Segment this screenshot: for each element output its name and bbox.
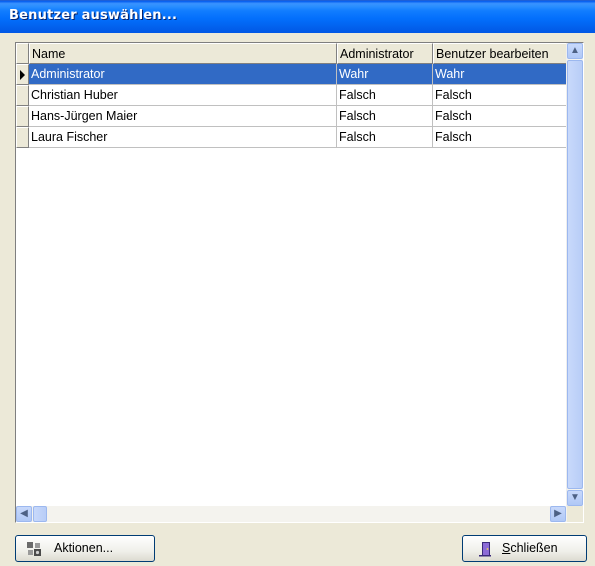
cell-administrator[interactable]: Falsch: [337, 127, 433, 148]
actions-button-label: Aktionen...: [54, 541, 114, 555]
cell-benutzer-bearbeiten[interactable]: Wahr: [433, 64, 570, 85]
cell-name[interactable]: Administrator: [29, 64, 337, 85]
vertical-scrollbar[interactable]: ▲ ▼: [566, 43, 583, 506]
horizontal-scrollbar[interactable]: ◀ ▶: [16, 506, 567, 522]
cell-name[interactable]: Christian Huber: [29, 85, 337, 106]
cell-administrator[interactable]: Wahr: [337, 64, 433, 85]
close-label-rest: chließen: [510, 541, 558, 555]
row-indicator[interactable]: [16, 127, 29, 148]
cell-administrator[interactable]: Falsch: [337, 85, 433, 106]
vertical-scroll-thumb[interactable]: [567, 60, 583, 489]
scroll-up-icon[interactable]: ▲: [567, 43, 583, 59]
column-header-name[interactable]: Name: [29, 43, 337, 64]
door-exit-icon: [479, 542, 491, 557]
cell-benutzer-bearbeiten[interactable]: Falsch: [433, 85, 570, 106]
window-title: Benutzer auswählen...: [9, 8, 178, 23]
cell-administrator[interactable]: Falsch: [337, 106, 433, 127]
row-indicator[interactable]: [16, 64, 29, 85]
cell-name[interactable]: Laura Fischer: [29, 127, 337, 148]
actions-button[interactable]: Aktionen...: [15, 535, 155, 562]
row-indicator[interactable]: [16, 85, 29, 106]
actions-icon: [27, 542, 41, 556]
title-bar: Benutzer auswählen...: [0, 0, 595, 33]
horizontal-scroll-thumb[interactable]: [33, 506, 47, 522]
cell-name[interactable]: Hans-Jürgen Maier: [29, 106, 337, 127]
close-button[interactable]: Schließen: [462, 535, 587, 562]
column-header-administrator[interactable]: Administrator: [337, 43, 433, 64]
scroll-right-icon[interactable]: ▶: [550, 506, 566, 522]
scroll-left-icon[interactable]: ◀: [16, 506, 32, 522]
scrollbar-corner: [567, 506, 583, 522]
cell-benutzer-bearbeiten[interactable]: Falsch: [433, 127, 570, 148]
close-button-label: Schließen: [502, 536, 558, 561]
row-indicator[interactable]: [16, 106, 29, 127]
cell-benutzer-bearbeiten[interactable]: Falsch: [433, 106, 570, 127]
header-row-indicator: [16, 43, 29, 64]
scroll-down-icon[interactable]: ▼: [567, 490, 583, 506]
users-grid[interactable]: Name Administrator Benutzer bearbeiten A…: [15, 42, 584, 523]
current-row-arrow-icon: [20, 70, 25, 80]
column-header-benutzer-bearbeiten[interactable]: Benutzer bearbeiten: [433, 43, 570, 64]
